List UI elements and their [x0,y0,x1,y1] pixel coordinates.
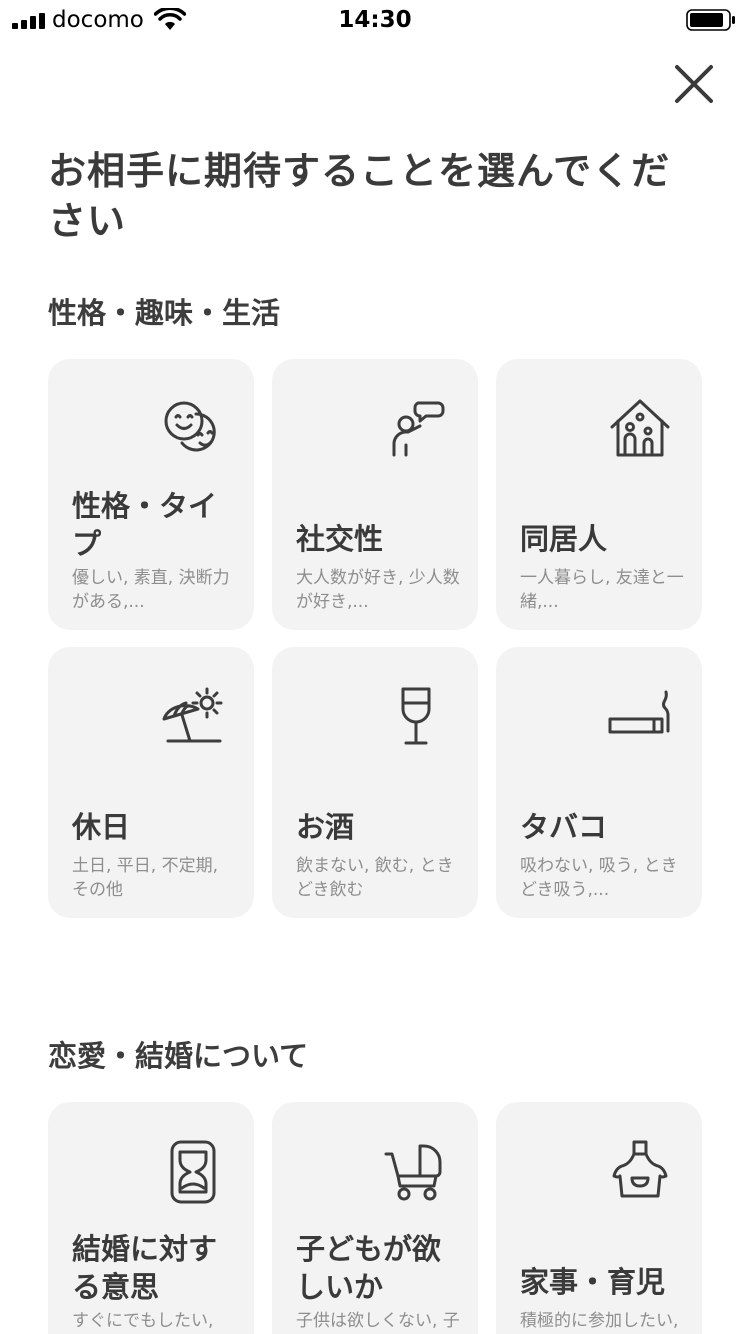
card-alcohol[interactable]: お酒 飲まない, 飲む, ときどき飲む [272,647,478,918]
card-sociability[interactable]: 社交性 大人数が好き, 少人数が好き,... [272,359,478,630]
section-title-personality: 性格・趣味・生活 [48,296,281,330]
page-title: お相手に期待することを選んでください [48,149,671,243]
card-title: お酒 [296,810,355,844]
card-tobacco[interactable]: タバコ 吸わない, 吸う, ときどき吸う,... [496,647,702,918]
house-family-icon [610,399,670,457]
close-icon [675,65,713,103]
card-title: 社交性 [296,522,384,556]
card-description: すぐにでもしたい, 2〜3年のうちに,... [72,1311,214,1331]
card-marriage-intention[interactable]: 結婚に対する意思 すぐにでもしたい, 2〜3年のうちに,... [48,1102,254,1334]
card-title: 休日 [72,810,131,844]
card-title: 性格・タイプ [72,489,218,561]
cigarette-icon [608,690,670,734]
card-description: 土日, 平日, 不定期, その他 [72,856,219,900]
card-holiday[interactable]: 休日 土日, 平日, 不定期, その他 [48,647,254,918]
card-personality-type[interactable]: 性格・タイプ 優しい, 素直, 決断力がある,... [48,359,254,630]
person-speech-bubble-icon [392,401,445,457]
card-description: 子供は欲しくない, 子供は欲しい,... [296,1311,460,1331]
smiling-faces-icon [164,401,216,452]
card-description: 積極的に参加したい, できれば参加したい,... [520,1311,679,1331]
card-title: タバコ [520,810,608,844]
card-description: 飲まない, 飲む, ときどき飲む [296,856,454,900]
close-button[interactable] [672,62,716,106]
card-housemate[interactable]: 同居人 一人暮らし, 友達と一緒,... [496,359,702,630]
card-title: 結婚に対する意思 [72,1232,218,1304]
status-bar: docomo 14:30 [0,0,750,40]
card-description: 大人数が好き, 少人数が好き,... [296,568,460,612]
card-title: 子どもが欲しいか [296,1232,442,1304]
beach-umbrella-sun-icon [162,687,223,743]
card-description: 優しい, 素直, 決断力がある,... [72,568,230,612]
card-description: 一人暮らし, 友達と一緒,... [520,568,684,612]
apron-icon [612,1140,668,1198]
hourglass-icon [170,1140,216,1204]
card-title: 家事・育児 [520,1265,666,1299]
battery-icon [686,9,735,31]
status-time: 14:30 [338,7,412,33]
card-description: 吸わない, 吸う, ときどき吸う,... [520,856,678,900]
card-title: 同居人 [520,522,608,556]
card-want-children[interactable]: 子どもが欲しいか 子供は欲しくない, 子供は欲しい,... [272,1102,478,1334]
card-housework-childcare[interactable]: 家事・育児 積極的に参加したい, できれば参加したい,... [496,1102,702,1334]
page: docomo 14:30 お相手に期待することを選んでください 性格・趣味・生活 [0,0,750,1334]
baby-stroller-icon [384,1144,442,1201]
section-title-love-marriage: 恋愛・結婚について [48,1039,309,1073]
wine-glass-icon [401,687,431,745]
